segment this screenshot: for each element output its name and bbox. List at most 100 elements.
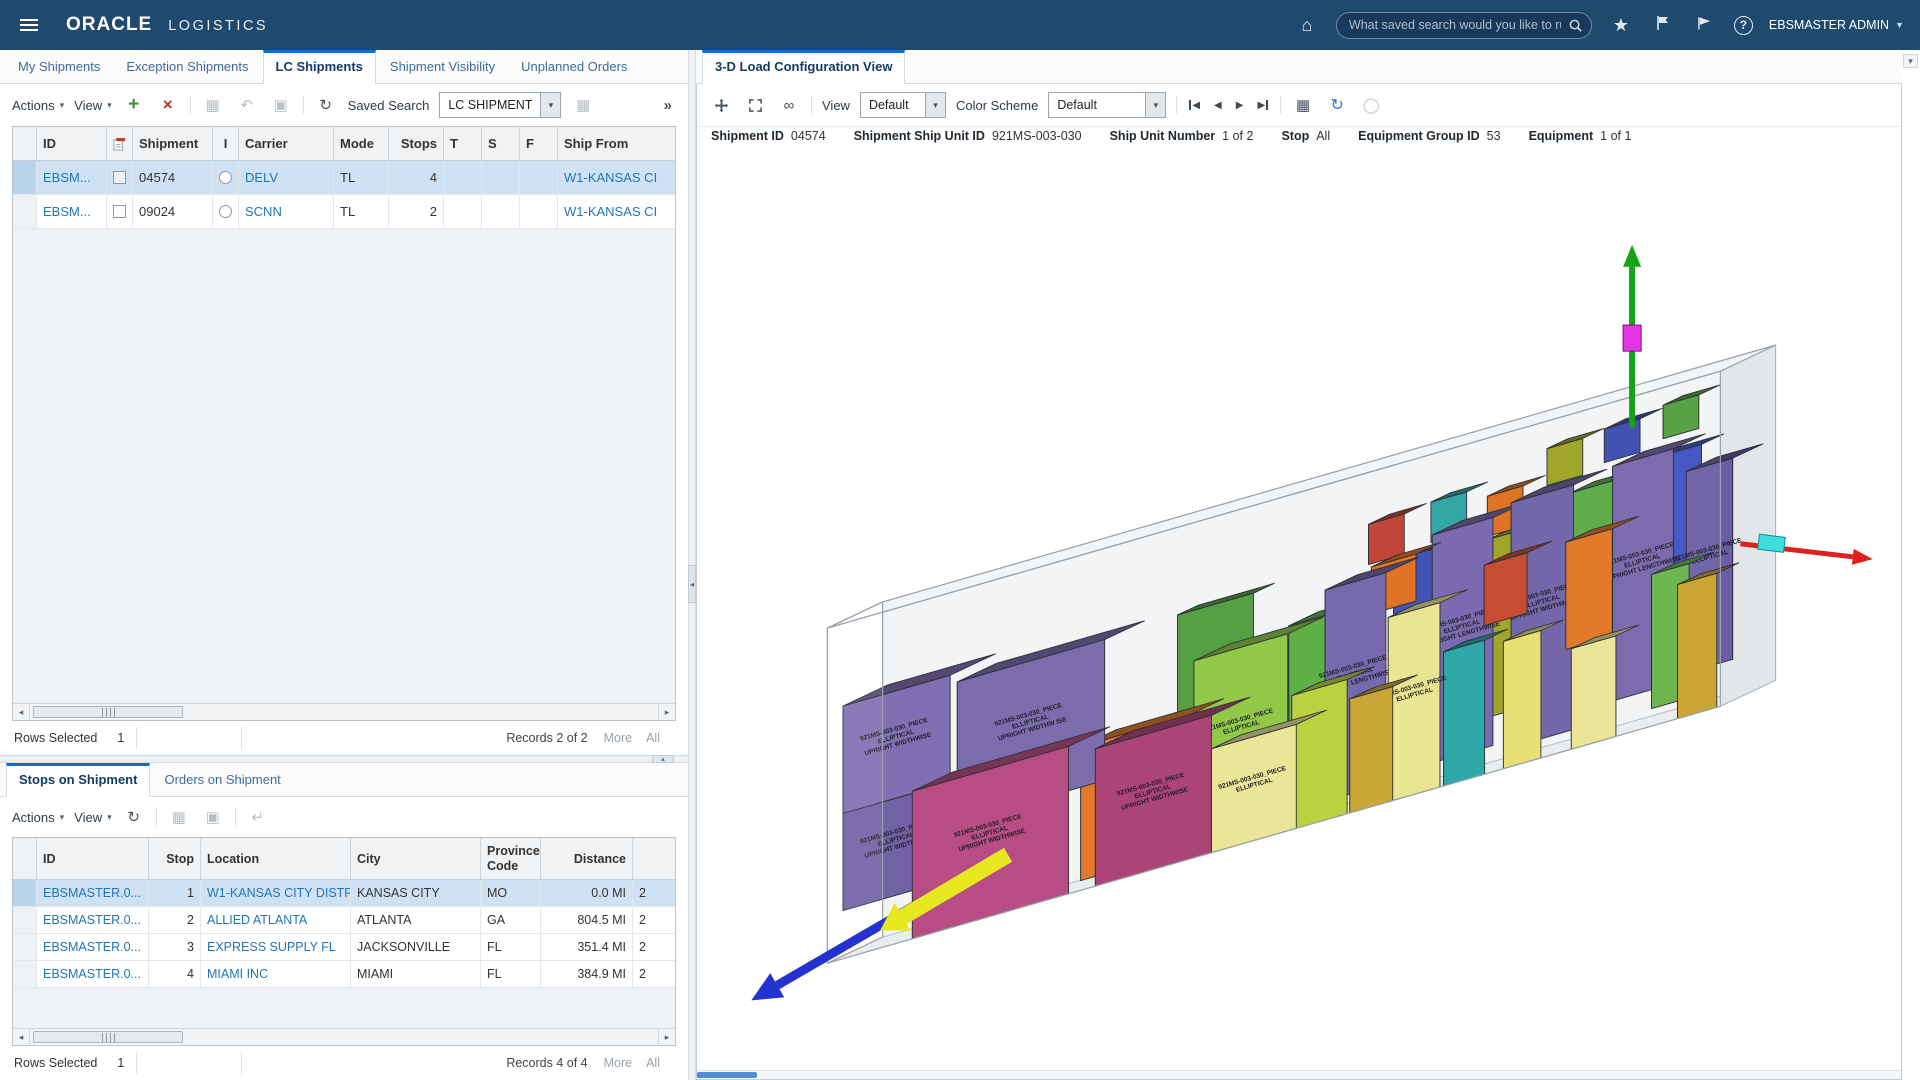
stop-id-link[interactable]: EBSMASTER.0... [43, 913, 141, 927]
load-3d-canvas[interactable]: 921MS-003-030_PIECEELLIPTICAL921MS-003-0… [697, 152, 1901, 1070]
home-icon[interactable]: ⌂ [1294, 12, 1320, 38]
flag-icon[interactable] [1650, 12, 1676, 38]
view-horizontal-scrollbar[interactable] [697, 1070, 1901, 1079]
row-checkbox[interactable] [113, 171, 126, 184]
ship-from-link[interactable]: W1-KANSAS CI [564, 204, 657, 219]
scroll-right-arrow[interactable]: ▸ [658, 1029, 675, 1045]
save-icon[interactable]: ▣ [269, 93, 293, 117]
detach-icon[interactable]: ▦ [167, 805, 191, 829]
user-menu[interactable]: EBSMASTER ADMIN ▼ [1769, 18, 1904, 32]
carrier-link[interactable]: DELV [245, 170, 278, 185]
auto-refresh-icon[interactable]: ◯ [1359, 93, 1383, 117]
previous-ship-unit-button[interactable]: ◀ [1212, 100, 1224, 111]
last-ship-unit-button[interactable]: ▶ [1255, 100, 1270, 111]
column-header-s[interactable]: S [482, 127, 520, 160]
row-radio[interactable] [219, 171, 232, 184]
stop-id-link[interactable]: EBSMASTER.0... [43, 886, 141, 900]
more-link[interactable]: More [604, 1056, 632, 1070]
tab-my-shipments[interactable]: My Shipments [6, 51, 112, 83]
stop-id-link[interactable]: EBSMASTER.0... [43, 940, 141, 954]
tab-3d-load-configuration[interactable]: 3-D Load Configuration View [702, 50, 905, 84]
location-link[interactable]: W1-KANSAS CITY DISTR... [207, 886, 351, 900]
detach-icon[interactable]: ▦ [201, 93, 225, 117]
scrollbar-thumb[interactable] [33, 1031, 183, 1043]
row-selector[interactable] [13, 934, 37, 960]
help-icon[interactable]: ? [1734, 16, 1753, 35]
column-header-carrier[interactable]: Carrier [239, 127, 334, 160]
collapse-left-icon[interactable]: ◂ [688, 565, 696, 603]
scroll-left-arrow[interactable]: ◂ [13, 704, 30, 720]
row-radio[interactable] [219, 205, 232, 218]
column-header-next[interactable] [633, 838, 675, 879]
saved-search-dropdown[interactable]: LC SHIPMENT▾ [439, 92, 561, 118]
delete-icon[interactable]: × [156, 93, 180, 117]
search-input[interactable] [1336, 12, 1592, 39]
column-header-id[interactable]: ID [37, 838, 149, 879]
table-row[interactable]: EBSMASTER.0... 1 W1-KANSAS CITY DISTR...… [13, 880, 675, 907]
row-selector[interactable] [13, 195, 37, 228]
column-header-location[interactable]: Location [201, 838, 351, 879]
column-header-select[interactable] [107, 127, 133, 160]
scrollbar-thumb[interactable] [33, 706, 183, 718]
scroll-left-arrow[interactable]: ◂ [13, 1029, 30, 1045]
table-row[interactable]: EBSMASTER.0... 4 MIAMI INC MIAMI FL 384.… [13, 961, 675, 988]
view-menu[interactable]: View▾ [74, 810, 111, 825]
column-header-stops[interactable]: Stops [389, 127, 444, 160]
column-header-t[interactable]: T [444, 127, 482, 160]
color-scheme-dropdown[interactable]: Default▾ [1048, 92, 1166, 118]
view-menu[interactable]: View▾ [74, 98, 111, 113]
column-header-city[interactable]: City [351, 838, 481, 879]
stop-id-link[interactable]: EBSMASTER.0... [43, 967, 141, 981]
all-link[interactable]: All [646, 1056, 660, 1070]
refresh-icon[interactable]: ↻ [314, 93, 338, 117]
column-header-mode[interactable]: Mode [334, 127, 389, 160]
tab-lc-shipments[interactable]: LC Shipments [263, 50, 376, 84]
search-icon[interactable] [1568, 18, 1583, 33]
collapse-up-icon[interactable]: ▴ [652, 755, 674, 763]
undo-icon[interactable]: ↶ [235, 93, 259, 117]
toolbar-overflow[interactable]: » [664, 97, 676, 114]
column-header-stop[interactable]: Stop [149, 838, 201, 879]
export-icon[interactable]: ▣ [201, 805, 225, 829]
row-selector[interactable] [13, 961, 37, 987]
column-header-province-code[interactable]: Province Code [481, 838, 541, 879]
shipment-id-link[interactable]: EBSM... [43, 204, 91, 219]
horizontal-scrollbar[interactable]: ◂ ▸ [13, 703, 675, 720]
location-link[interactable]: ALLIED ATLANTA [207, 913, 307, 927]
first-ship-unit-button[interactable]: ◀ [1187, 100, 1202, 111]
next-ship-unit-button[interactable]: ▶ [1234, 100, 1246, 111]
row-selector[interactable] [13, 161, 37, 194]
column-header-shipment[interactable]: Shipment [133, 127, 213, 160]
tab-unplanned-orders[interactable]: Unplanned Orders [509, 51, 639, 83]
table-icon[interactable]: ▦ [571, 93, 595, 117]
tab-shipment-visibility[interactable]: Shipment Visibility [378, 51, 507, 83]
scroll-right-arrow[interactable]: ▸ [658, 704, 675, 720]
column-header-ship-from[interactable]: Ship From [558, 127, 675, 160]
table-row[interactable]: EBSM... 04574 DELV TL 4 W1-KANSAS CI [13, 161, 675, 195]
favorites-star-icon[interactable]: ★ [1608, 12, 1634, 38]
column-header-distance[interactable]: Distance [541, 838, 633, 879]
column-header-i[interactable]: I [213, 127, 239, 160]
column-header-f[interactable]: F [520, 127, 558, 160]
collapse-pane-icon[interactable]: ▾ [1903, 54, 1918, 68]
add-icon[interactable]: + [122, 93, 146, 117]
vertical-splitter[interactable]: ◂ [688, 50, 696, 1080]
location-link[interactable]: MIAMI INC [207, 967, 268, 981]
actions-menu[interactable]: Actions▾ [12, 98, 64, 113]
location-link[interactable]: EXPRESS SUPPLY FL [207, 940, 336, 954]
horizontal-splitter[interactable]: ▴ [0, 755, 688, 763]
horizontal-scrollbar[interactable]: ◂ ▸ [13, 1028, 675, 1045]
all-link[interactable]: All [646, 731, 660, 745]
tab-orders-on-shipment[interactable]: Orders on Shipment [152, 764, 292, 796]
view-dropdown[interactable]: Default▾ [860, 92, 946, 118]
pennant-icon[interactable] [1692, 12, 1718, 38]
tab-exception-shipments[interactable]: Exception Shipments [114, 51, 260, 83]
binoculars-icon[interactable]: ∞ [777, 93, 801, 117]
row-selector[interactable] [13, 880, 37, 906]
menu-icon[interactable] [16, 15, 42, 35]
drag-mode-icon[interactable] [709, 93, 733, 117]
refresh-icon[interactable]: ↻ [122, 805, 146, 829]
more-link[interactable]: More [604, 731, 632, 745]
zoom-fit-icon[interactable] [743, 93, 767, 117]
carrier-link[interactable]: SCNN [245, 204, 282, 219]
